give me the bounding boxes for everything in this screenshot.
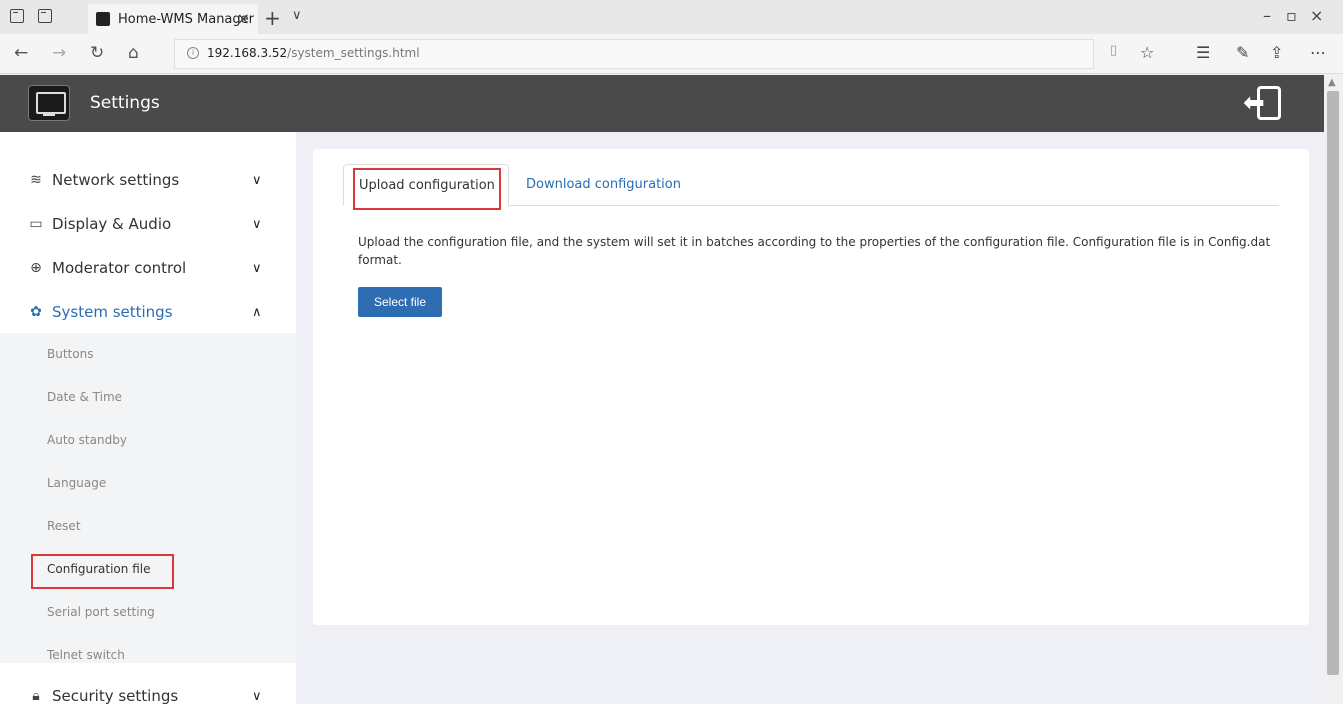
tabs-aside-icon[interactable]	[10, 9, 24, 23]
tab-menu-icon[interactable]: ∨	[292, 8, 302, 23]
sidebar-item-display[interactable]: ▭ Display & Audio ∨	[0, 202, 296, 246]
system-settings-submenu: Buttons Date & Time Auto standby Languag…	[0, 333, 296, 663]
wifi-icon: ≋	[30, 172, 42, 188]
gear-icon: ✿	[30, 304, 42, 320]
scroll-up-icon[interactable]: ▲	[1328, 77, 1336, 88]
tab-preview-icon[interactable]	[38, 9, 52, 23]
page-title: Settings	[90, 93, 160, 113]
home-icon[interactable]: ⌂	[128, 43, 139, 63]
minimize-button[interactable]: –	[1263, 6, 1271, 25]
submenu-item-language[interactable]: Language	[0, 462, 296, 505]
sidebar-item-label: Moderator control	[52, 259, 187, 277]
logout-button[interactable]: ⬅	[1243, 84, 1285, 124]
forward-icon[interactable]: →	[52, 43, 66, 63]
new-tab-button[interactable]: +	[264, 6, 281, 30]
scroll-thumb[interactable]	[1327, 91, 1339, 675]
pen-icon[interactable]: ✎	[1236, 43, 1249, 62]
highlight-box	[353, 168, 501, 210]
sidebar-item-label: System settings	[52, 303, 173, 321]
lock-icon: 🔒︎	[32, 688, 40, 704]
submenu-item-buttons[interactable]: Buttons	[0, 333, 296, 376]
submenu-item-auto-standby[interactable]: Auto standby	[0, 419, 296, 462]
favicon-icon	[96, 12, 110, 26]
sidebar-item-label: Network settings	[52, 171, 180, 189]
sidebar-item-moderator[interactable]: ⊕ Moderator control ∨	[0, 246, 296, 290]
browser-tab[interactable]: Home-WMS Manager ×	[88, 4, 258, 34]
address-bar-row: ← → ↻ ⌂ i 192.168.3.52/system_settings.h…	[0, 34, 1343, 74]
chevron-down-icon: ∨	[252, 260, 262, 276]
arrow-left-icon: ⬅	[1243, 88, 1265, 118]
highlight-box	[31, 554, 174, 589]
monitor-icon: ▭	[29, 216, 43, 232]
chevron-up-icon: ∧	[252, 304, 262, 320]
reading-view-icon[interactable]: ▯	[1110, 43, 1117, 58]
tab-download-configuration[interactable]: Download configuration	[526, 164, 726, 206]
browser-titlebar: Home-WMS Manager × + ∨ – ▫ ×	[0, 0, 1343, 34]
more-icon[interactable]: ⋯	[1310, 43, 1326, 62]
url-text: 192.168.3.52/system_settings.html	[207, 46, 420, 60]
info-icon[interactable]: i	[187, 47, 199, 59]
back-icon[interactable]: ←	[14, 43, 28, 63]
submenu-item-date-time[interactable]: Date & Time	[0, 376, 296, 419]
upload-description: Upload the configuration file, and the s…	[358, 235, 1271, 267]
share-icon[interactable]: ⇪	[1270, 43, 1283, 62]
sidebar-item-label: Security settings	[52, 687, 179, 704]
refresh-icon[interactable]: ↻	[90, 43, 104, 63]
tab-title: Home-WMS Manager	[118, 11, 254, 27]
submenu-item-serial-port[interactable]: Serial port setting	[0, 591, 296, 634]
chevron-down-icon: ∨	[252, 216, 262, 232]
sidebar: ≋ Network settings ∨ ▭ Display & Audio ∨…	[0, 132, 296, 704]
favorites-hub-icon[interactable]: ☰	[1196, 43, 1210, 62]
sidebar-item-label: Display & Audio	[52, 215, 172, 233]
sidebar-item-security[interactable]: 🔒︎ Security settings ∨	[0, 674, 296, 704]
submenu-item-reset[interactable]: Reset	[0, 505, 296, 548]
sidebar-item-system[interactable]: ✿ System settings ∧	[0, 290, 296, 334]
url-field[interactable]: i 192.168.3.52/system_settings.html	[174, 39, 1094, 69]
sidebar-item-network[interactable]: ≋ Network settings ∨	[0, 158, 296, 202]
chevron-down-icon: ∨	[252, 172, 262, 188]
tab-close-icon[interactable]: ×	[237, 9, 250, 28]
maximize-button[interactable]: ▫	[1286, 6, 1297, 25]
moderator-icon: ⊕	[30, 260, 42, 276]
close-window-button[interactable]: ×	[1310, 6, 1323, 25]
submenu-item-telnet-switch[interactable]: Telnet switch	[0, 634, 296, 677]
page-scrollbar[interactable]: ▲	[1324, 75, 1343, 704]
screen-cast-icon	[28, 85, 70, 121]
chevron-down-icon: ∨	[252, 688, 262, 704]
select-file-button[interactable]: Select file	[358, 287, 442, 317]
favorite-star-icon[interactable]: ☆	[1140, 43, 1154, 62]
app-header: Settings ⬅	[0, 75, 1324, 132]
content-card: Upload configuration Download configurat…	[313, 149, 1309, 625]
